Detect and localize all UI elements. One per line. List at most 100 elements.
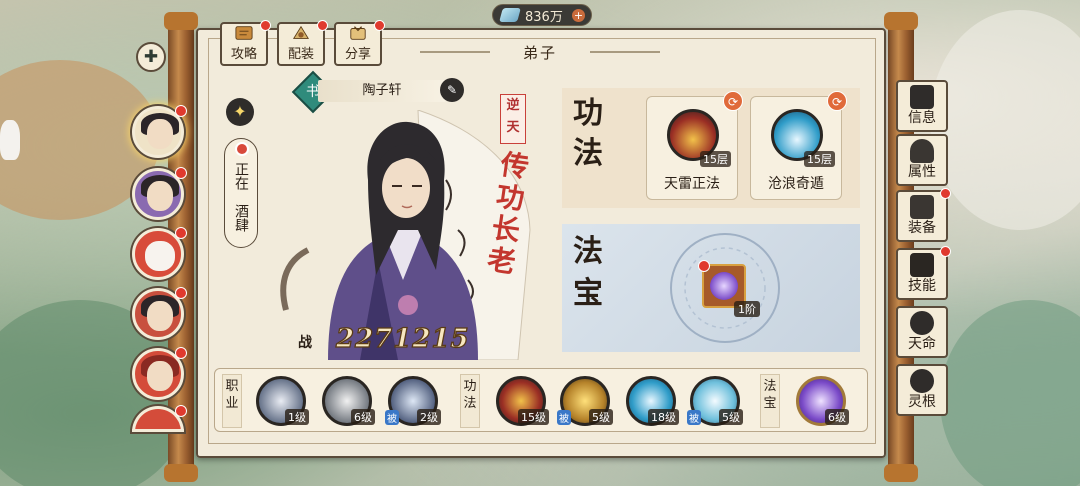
favorite-star-icon[interactable]: ✦: [226, 98, 254, 126]
equipment-setup-tab[interactable]: 配装: [277, 20, 328, 66]
notification-dot: [175, 347, 187, 359]
pin-icon[interactable]: ✚: [136, 42, 166, 72]
background-mist: [930, 10, 1080, 230]
disciple-name: 陶子轩: [318, 80, 446, 102]
purple-orb-icon: [710, 272, 738, 300]
slot-level: 6级: [351, 409, 375, 425]
treasure-level: 1阶: [734, 301, 760, 317]
combat-power-value: 2271215: [335, 323, 470, 354]
add-currency-button[interactable]: +: [572, 9, 585, 22]
skill-level: 15层: [804, 151, 835, 167]
bag-icon: [910, 195, 934, 219]
attributes-tab-label: 属性: [908, 164, 936, 180]
disciple-avatar[interactable]: [132, 227, 187, 280]
notification-dot: [175, 167, 187, 179]
info-book-icon: [910, 85, 934, 109]
swap-icon[interactable]: ⟳: [723, 91, 743, 111]
skill-card[interactable]: 15层 天雷正法 ⟳: [646, 91, 743, 200]
equipment-tab[interactable]: 装备: [896, 188, 951, 242]
combat-power-label: 战: [290, 328, 320, 358]
info-tab-label: 信息: [908, 110, 936, 126]
treasure-panel-title-1: 法: [573, 234, 603, 269]
slot-level: 5级: [719, 409, 743, 425]
disciple-avatar[interactable]: [132, 347, 187, 400]
equipment-setup-icon: [292, 25, 310, 39]
slot-level: 6级: [825, 409, 849, 425]
technique-slot[interactable]: 被 5级: [557, 376, 613, 426]
passive-badge: 被: [687, 410, 701, 425]
notification-dot: [175, 405, 187, 417]
location-pin-icon: [235, 142, 249, 156]
share-tab-label: 分享: [344, 47, 371, 62]
share-tab[interactable]: 分享: [334, 20, 385, 66]
notification-dot: [260, 20, 271, 31]
slot-level: 2级: [417, 409, 441, 425]
notification-dot: [175, 105, 187, 117]
technique-slot[interactable]: 18级: [626, 376, 679, 426]
fate-tab-label: 天命: [908, 336, 936, 352]
slot-level: 1级: [285, 409, 309, 425]
profession-slot[interactable]: 1级: [256, 376, 309, 426]
currency-amount: 836万: [525, 9, 563, 25]
fate-swirl-icon: [910, 311, 934, 335]
slot-level: 15级: [518, 409, 549, 425]
tag-char-1: 逆: [506, 98, 520, 113]
fate-tab[interactable]: 天命: [896, 306, 948, 358]
profession-slot[interactable]: 6级: [322, 376, 375, 426]
skills-tab[interactable]: 技能: [896, 246, 951, 300]
notification-dot: [317, 20, 328, 31]
technique-label: 功法: [460, 374, 480, 428]
notification-dot: [175, 227, 187, 239]
skill-name: 沧浪奇遁: [768, 176, 824, 192]
technique-slot[interactable]: 被 5级: [687, 376, 743, 426]
ni-tian-tag: 逆 天: [500, 94, 526, 144]
root-eye-icon: [910, 369, 934, 393]
skill-book-icon: [910, 253, 934, 277]
slot-level: 18级: [648, 409, 679, 425]
slot-level: 5级: [589, 409, 613, 425]
notification-dot: [374, 20, 385, 31]
disciple-status: 正在 酒肆: [224, 138, 258, 248]
tag-char-2: 天: [506, 120, 520, 135]
skills-tab-label: 技能: [908, 278, 936, 294]
notification-dot: [940, 246, 951, 257]
passive-badge: 被: [557, 410, 571, 425]
guide-tab-label: 攻略: [230, 47, 257, 62]
guide-tab[interactable]: 攻略: [220, 20, 271, 66]
notification-dot: [940, 188, 951, 199]
skill-card[interactable]: 15层 沧浪奇遁 ⟳: [750, 91, 847, 200]
technique-panel-title-2: 法: [573, 136, 603, 171]
equipment-setup-tab-label: 配装: [287, 47, 314, 62]
profession-slot[interactable]: 被 2级: [385, 376, 441, 426]
background-hill: [940, 300, 1080, 486]
notification-dot: [698, 260, 710, 272]
swap-icon[interactable]: ⟳: [827, 91, 847, 111]
passive-badge: 被: [385, 410, 399, 425]
share-icon: [350, 26, 366, 40]
profession-label: 职业: [222, 374, 242, 428]
status-line-2: 酒肆: [233, 204, 249, 232]
rename-edit-icon[interactable]: ✎: [440, 78, 464, 102]
bird-figure: [0, 120, 20, 160]
info-tab[interactable]: 信息: [896, 80, 948, 132]
currency-display: 836万 +: [492, 4, 592, 26]
skill-level: 15层: [700, 151, 731, 167]
skill-name: 天雷正法: [664, 176, 720, 192]
technique-panel-title-1: 功: [573, 96, 603, 131]
spirit-root-tab[interactable]: 灵根: [896, 364, 948, 416]
attributes-tab[interactable]: 属性: [896, 134, 948, 186]
notification-dot: [175, 287, 187, 299]
spirit-stone-icon: [499, 8, 521, 22]
disciple-avatar[interactable]: [132, 105, 187, 158]
disciple-avatar[interactable]: [132, 167, 187, 220]
technique-slot[interactable]: 15级: [496, 376, 549, 426]
treasure-slot[interactable]: 6级: [796, 376, 849, 426]
treasure-panel-title-2: 宝: [573, 276, 603, 311]
disciple-avatar[interactable]: [132, 287, 187, 340]
figure-icon: [910, 139, 934, 163]
treasure-label: 法宝: [760, 374, 780, 428]
section-title: 弟子: [420, 42, 660, 62]
guide-scroll-icon: [235, 26, 253, 40]
spirit-root-tab-label: 灵根: [908, 394, 936, 410]
equipment-tab-label: 装备: [908, 220, 936, 236]
